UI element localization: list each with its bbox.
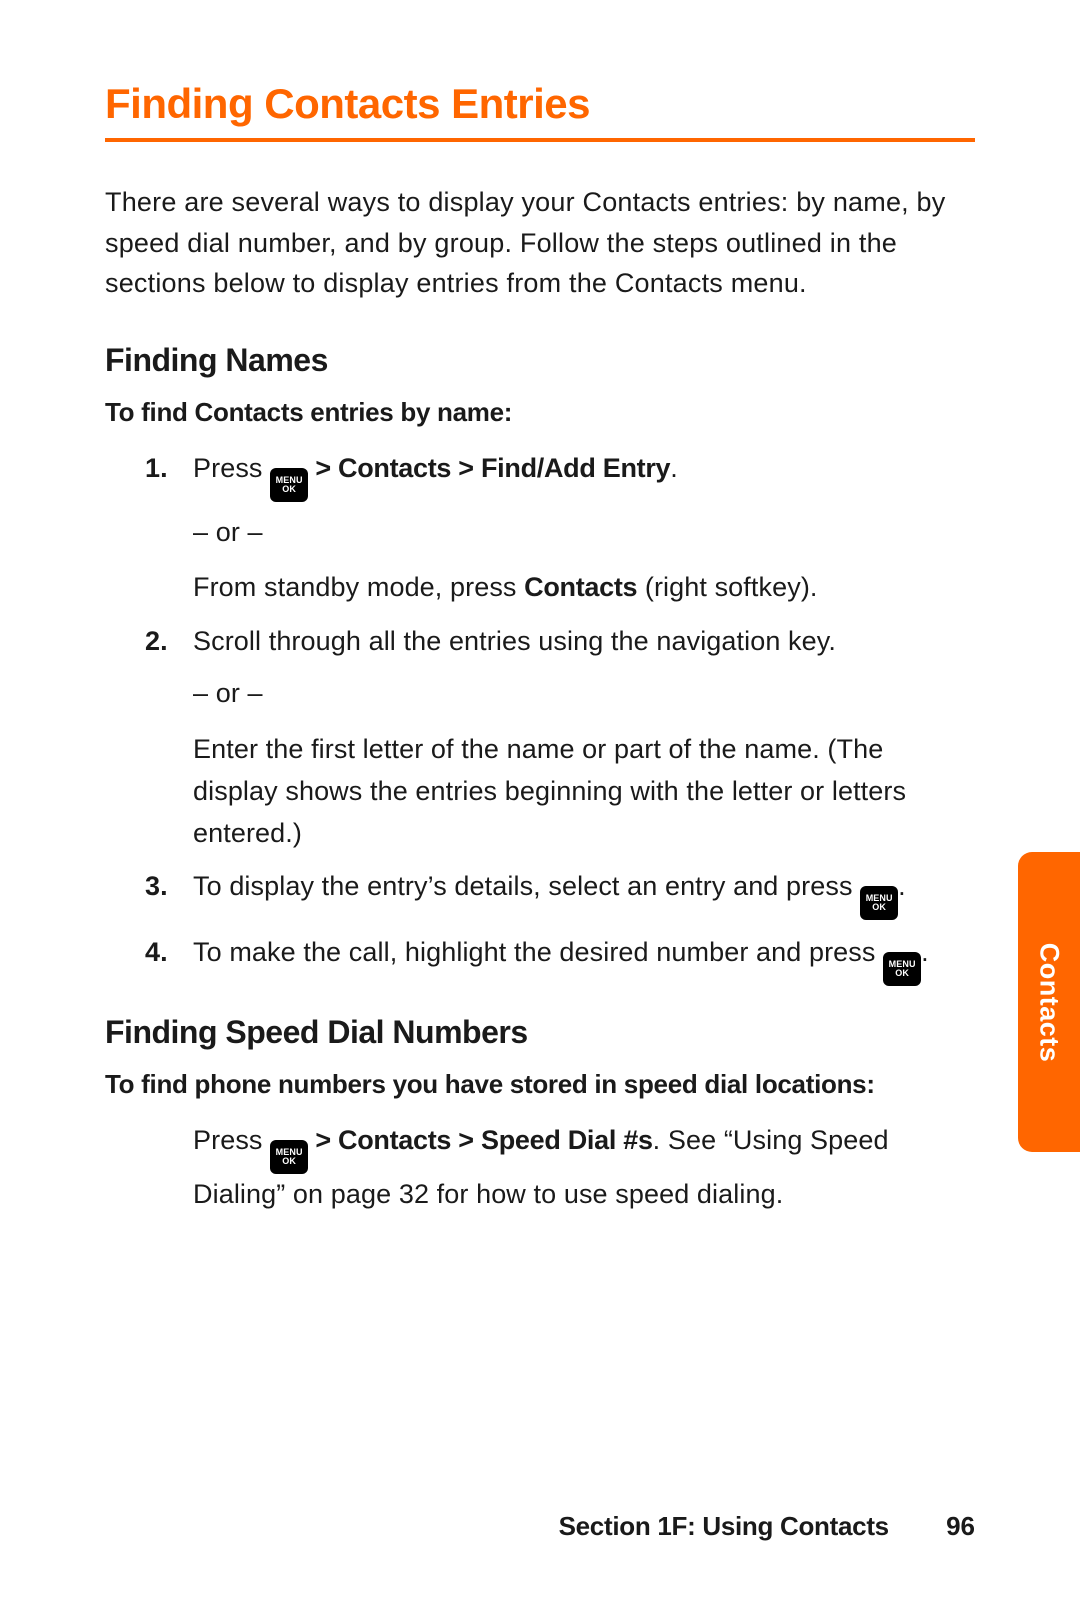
period: .	[921, 937, 929, 967]
period: .	[898, 871, 906, 901]
menu-ok-key-icon: MENUOK	[883, 952, 921, 986]
step-number: 3.	[145, 866, 168, 908]
page-footer: Section 1F: Using Contacts 96	[559, 1511, 975, 1542]
procedure-lead-speed: To find phone numbers you have stored in…	[105, 1069, 975, 1100]
step-text: Scroll through all the entries using the…	[193, 626, 836, 656]
section-tab-contacts: Contacts	[1018, 852, 1080, 1152]
procedure-lead-names: To find Contacts entries by name:	[105, 397, 975, 428]
step-2: 2. Scroll through all the entries using …	[145, 621, 975, 854]
step-text: To make the call, highlight the desired …	[193, 937, 883, 967]
step-number: 1.	[145, 448, 168, 490]
or-separator: – or –	[193, 512, 975, 554]
intro-paragraph: There are several ways to display your C…	[105, 182, 975, 304]
speed-dial-instruction: Press MENUOK > Contacts > Speed Dial #s.…	[105, 1120, 975, 1216]
step-number: 2.	[145, 621, 168, 663]
menu-ok-key-icon: MENUOK	[270, 1140, 308, 1174]
section-tab-label: Contacts	[1034, 942, 1065, 1062]
step-text: Press	[193, 453, 270, 483]
step-text: To display the entry’s details, select a…	[193, 871, 860, 901]
menu-ok-key-icon: MENUOK	[860, 886, 898, 920]
footer-section: Section 1F: Using Contacts	[559, 1511, 889, 1541]
subheading-speed-dial: Finding Speed Dial Numbers	[105, 1014, 975, 1051]
period: .	[670, 453, 678, 483]
steps-finding-names: 1. Press MENUOK > Contacts > Find/Add En…	[105, 448, 975, 987]
step-alt: Enter the first letter of the name or pa…	[193, 729, 975, 855]
step-alt: From standby mode, press Contacts (right…	[193, 567, 975, 609]
page-title: Finding Contacts Entries	[105, 80, 975, 142]
menu-path: > Contacts > Speed Dial #s	[308, 1125, 653, 1155]
footer-page-number: 96	[946, 1511, 975, 1541]
step-number: 4.	[145, 932, 168, 974]
step-1: 1. Press MENUOK > Contacts > Find/Add En…	[145, 448, 975, 610]
step-4: 4. To make the call, highlight the desir…	[145, 932, 975, 986]
subheading-finding-names: Finding Names	[105, 342, 975, 379]
menu-ok-key-icon: MENUOK	[270, 468, 308, 502]
step-3: 3. To display the entry’s details, selec…	[145, 866, 975, 920]
manual-page: Finding Contacts Entries There are sever…	[0, 0, 1080, 1216]
or-separator: – or –	[193, 673, 975, 715]
menu-path: > Contacts > Find/Add Entry	[308, 453, 670, 483]
